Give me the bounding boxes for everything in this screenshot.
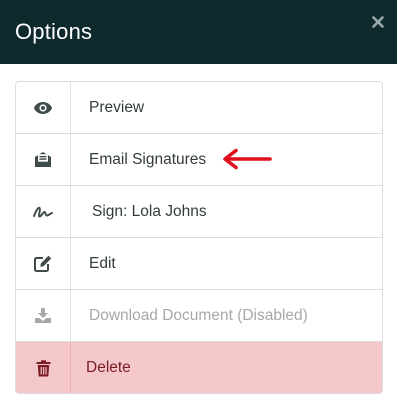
option-label: Delete — [86, 359, 131, 376]
option-icon-cell — [16, 342, 71, 393]
options-list: Preview Email Signatures Sign: Lola John… — [15, 81, 383, 394]
option-icon-cell — [16, 82, 71, 133]
option-email-signatures[interactable]: Email Signatures — [16, 134, 382, 186]
option-edit[interactable]: Edit — [16, 238, 382, 290]
dialog-title: Options — [15, 19, 93, 44]
envelope-open-icon — [35, 152, 51, 167]
option-label: Preview — [89, 98, 145, 116]
option-icon-cell — [16, 290, 71, 341]
close-button[interactable] — [368, 12, 388, 32]
option-icon-cell — [16, 186, 71, 237]
option-label: Email Signatures — [89, 150, 207, 168]
option-label: Sign: Lola Johns — [92, 202, 207, 220]
option-preview[interactable]: Preview — [16, 82, 382, 134]
eye-icon — [34, 101, 52, 114]
option-label: Edit — [89, 254, 116, 272]
close-icon — [372, 16, 384, 28]
option-label: Download Document (Disabled) — [89, 306, 308, 324]
option-sign[interactable]: Sign: Lola Johns — [16, 186, 382, 238]
option-icon-cell — [16, 238, 71, 289]
trash-icon — [36, 359, 50, 376]
signature-icon — [33, 206, 53, 217]
option-icon-cell — [16, 134, 71, 185]
download-icon — [35, 308, 51, 323]
options-dialog: Options Preview Email Signatures Sign: L… — [0, 0, 397, 408]
dialog-header: Options — [0, 0, 397, 64]
edit-icon — [34, 255, 52, 272]
option-delete[interactable]: Delete — [16, 342, 382, 393]
red-arrow-left-icon — [223, 148, 272, 170]
option-download-document[interactable]: Download Document (Disabled) — [16, 290, 382, 342]
